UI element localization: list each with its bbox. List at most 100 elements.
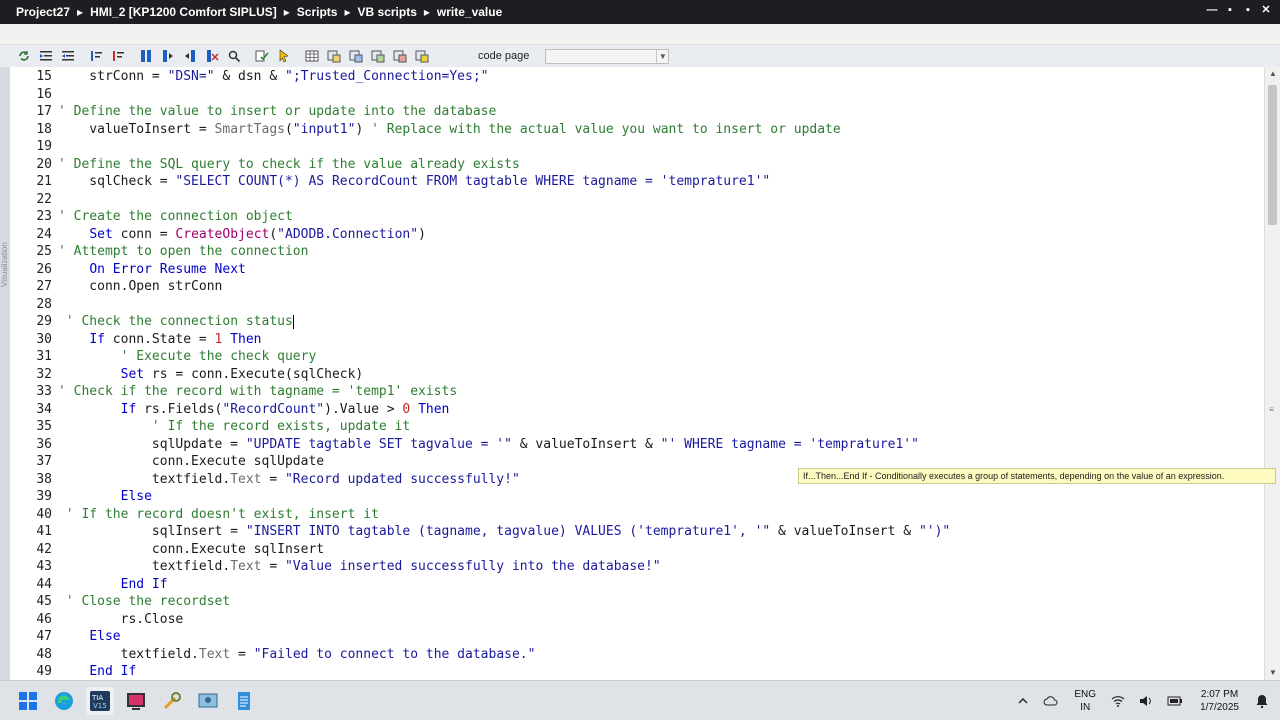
breadcrumb-scripts[interactable]: Scripts (297, 5, 338, 19)
code-line[interactable]: 49 End If (10, 663, 1264, 680)
code-line[interactable]: 27 conn.Open strConn (10, 278, 1264, 296)
previous-bookmark-icon[interactable] (182, 48, 198, 64)
properties-icon[interactable] (392, 48, 408, 64)
code-line[interactable]: 24 Set conn = CreateObject("ADODB.Connec… (10, 226, 1264, 244)
code-text[interactable]: Set conn = CreateObject("ADODB.Connectio… (58, 226, 426, 244)
notepad-app-icon[interactable] (230, 687, 258, 715)
syntax-check-icon[interactable] (254, 48, 270, 64)
code-text[interactable]: valueToInsert = SmartTags("input1") ' Re… (58, 121, 840, 139)
code-page-select[interactable]: ▼ (545, 48, 670, 64)
scrollbar-thumb[interactable] (1268, 85, 1277, 225)
code-text[interactable]: ' Create the connection object (58, 208, 293, 226)
code-line[interactable]: 44 End If (10, 576, 1264, 594)
indent-icon[interactable] (38, 48, 54, 64)
comment-icon[interactable] (88, 48, 104, 64)
code-line[interactable]: 19 (10, 138, 1264, 156)
code-text[interactable]: Else (58, 488, 152, 506)
code-text[interactable]: ' If the record exists, update it (58, 418, 410, 436)
sync-icon[interactable] (16, 48, 32, 64)
simulator-app-icon[interactable] (194, 687, 222, 715)
code-line[interactable]: 41 sqlInsert = "INSERT INTO tagtable (ta… (10, 523, 1264, 541)
code-text[interactable]: strConn = "DSN=" & dsn & ";Trusted_Conne… (58, 68, 488, 86)
code-line[interactable]: 25 ' Attempt to open the connection (10, 243, 1264, 261)
code-line[interactable]: 31 ' Execute the check query (10, 348, 1264, 366)
code-text[interactable]: textfield.Text = "Value inserted success… (58, 558, 661, 576)
snippets-icon[interactable] (414, 48, 430, 64)
code-line[interactable]: 42 conn.Execute sqlInsert (10, 541, 1264, 559)
wincc-app-icon[interactable] (122, 687, 150, 715)
chevron-up-icon[interactable] (1017, 695, 1029, 707)
edge-browser-icon[interactable] (50, 687, 78, 715)
table-icon[interactable] (304, 48, 320, 64)
bookmark-icon[interactable] (138, 48, 154, 64)
code-line[interactable]: 47 Else (10, 628, 1264, 646)
clear-bookmarks-icon[interactable] (204, 48, 220, 64)
code-line[interactable]: 20 ' Define the SQL query to check if the… (10, 156, 1264, 174)
code-text[interactable]: Else (58, 628, 120, 646)
wifi-icon[interactable] (1111, 695, 1125, 707)
code-text[interactable]: ' Execute the check query (58, 348, 317, 366)
breadcrumb-vb-scripts[interactable]: VB scripts (358, 5, 417, 19)
code-text[interactable]: conn.Execute sqlInsert (58, 541, 324, 559)
code-line[interactable]: 46 rs.Close (10, 611, 1264, 629)
code-text[interactable]: End If (58, 576, 168, 594)
code-text[interactable]: If conn.State = 1 Then (58, 331, 261, 349)
code-text[interactable]: ' If the record doesn't exist, insert it (58, 506, 379, 524)
code-line[interactable]: 33 ' Check if the record with tagname = '… (10, 383, 1264, 401)
find-icon[interactable] (226, 48, 242, 64)
tia-portal-icon[interactable]: TIA V15 (86, 686, 114, 715)
minimize-button[interactable]: — (1206, 4, 1218, 16)
scroll-down-icon[interactable]: ▼ (1265, 666, 1280, 680)
code-text[interactable]: sqlUpdate = "UPDATE tagtable SET tagvalu… (58, 436, 919, 454)
tag-list-icon[interactable] (326, 48, 342, 64)
breadcrumb-write-value[interactable]: write_value (437, 5, 502, 19)
code-text[interactable]: textfield.Text = "Failed to connect to t… (58, 646, 536, 664)
code-line[interactable]: 23 ' Create the connection object (10, 208, 1264, 226)
code-text[interactable]: sqlCheck = "SELECT COUNT(*) AS RecordCou… (58, 173, 770, 191)
breadcrumb-project[interactable]: Project27 (16, 5, 70, 19)
objects-icon[interactable] (348, 48, 364, 64)
system-clock[interactable]: 2:07 PM 1/7/2025 (1200, 688, 1239, 714)
code-text[interactable]: Set rs = conn.Execute(sqlCheck) (58, 366, 364, 384)
code-line[interactable]: 34 If rs.Fields("RecordCount").Value > 0… (10, 401, 1264, 419)
code-text[interactable]: rs.Close (58, 611, 184, 629)
code-text[interactable]: End If (58, 663, 136, 680)
code-line[interactable]: 36 sqlUpdate = "UPDATE tagtable SET tagv… (10, 436, 1264, 454)
code-line[interactable]: 26 On Error Resume Next (10, 261, 1264, 279)
code-text[interactable]: ' Close the recordset (58, 593, 230, 611)
maximize-button[interactable]: ▪ (1242, 4, 1254, 16)
speaker-icon[interactable] (1139, 695, 1153, 707)
code-line[interactable]: 16 (10, 86, 1264, 104)
code-text[interactable]: ' Attempt to open the connection (58, 243, 308, 261)
windows-start-icon[interactable] (14, 687, 42, 715)
close-button[interactable]: ✕ (1260, 4, 1272, 16)
code-line[interactable]: 43 textfield.Text = "Value inserted succ… (10, 558, 1264, 576)
code-text[interactable]: conn.Open strConn (58, 278, 222, 296)
outdent-icon[interactable] (60, 48, 76, 64)
code-line[interactable]: 48 textfield.Text = "Failed to connect t… (10, 646, 1264, 664)
code-line[interactable]: 39 Else (10, 488, 1264, 506)
language-indicator[interactable]: ENG IN (1074, 688, 1096, 714)
battery-icon[interactable] (1167, 695, 1183, 707)
code-line[interactable]: 21 sqlCheck = "SELECT COUNT(*) AS Record… (10, 173, 1264, 191)
cloud-icon[interactable] (1043, 695, 1059, 707)
code-text[interactable]: textfield.Text = "Record updated success… (58, 471, 520, 489)
scroll-up-icon[interactable]: ▲ (1265, 67, 1280, 81)
code-editor[interactable]: 15 strConn = "DSN=" & dsn & ";Trusted_Co… (10, 67, 1264, 680)
code-line[interactable]: 18 valueToInsert = SmartTags("input1") '… (10, 121, 1264, 139)
vertical-scrollbar[interactable]: ▲ ≡ ▼ (1264, 67, 1280, 680)
code-text[interactable]: ' Check if the record with tagname = 'te… (58, 383, 457, 401)
code-text[interactable]: On Error Resume Next (58, 261, 246, 279)
code-text[interactable]: If rs.Fields("RecordCount").Value > 0 Th… (58, 401, 450, 419)
code-text[interactable]: ' Define the SQL query to check if the v… (58, 156, 520, 174)
code-line[interactable]: 35 ' If the record exists, update it (10, 418, 1264, 436)
code-text[interactable]: conn.Execute sqlUpdate (58, 453, 324, 471)
tools-app-icon[interactable] (158, 687, 186, 715)
chevron-down-icon[interactable]: ▼ (656, 49, 668, 63)
visualization-side-tab[interactable]: Visualization (0, 67, 10, 680)
code-text[interactable]: ' Check the connection status (58, 313, 294, 331)
code-line[interactable]: 30 If conn.State = 1 Then (10, 331, 1264, 349)
code-line[interactable]: 15 strConn = "DSN=" & dsn & ";Trusted_Co… (10, 68, 1264, 86)
functions-icon[interactable] (370, 48, 386, 64)
code-line[interactable]: 28 (10, 296, 1264, 314)
